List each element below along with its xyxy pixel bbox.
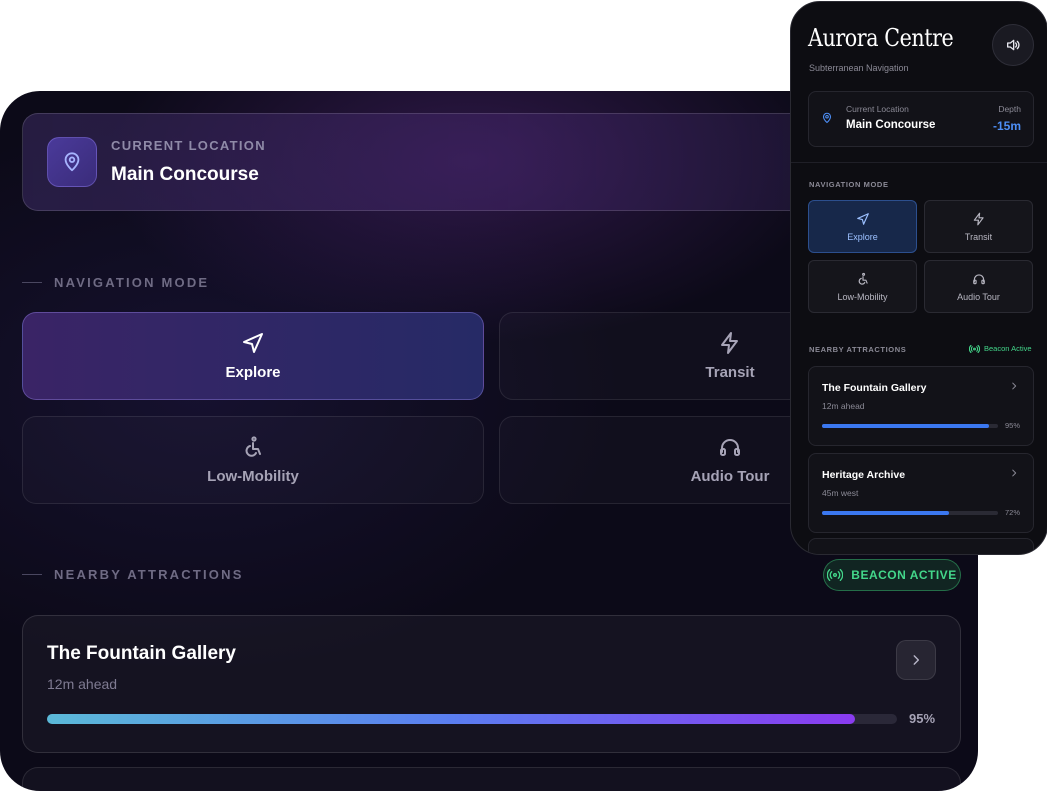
depth-label: Depth <box>998 104 1021 114</box>
app-subtitle: Subterranean Navigation <box>809 63 909 73</box>
attraction-distance: 12m ahead <box>822 401 865 411</box>
phone-mode-transit-button[interactable]: Transit <box>924 200 1033 253</box>
attraction-card-next[interactable] <box>22 767 961 791</box>
beacon-active-badge: BEACON ACTIVE <box>823 559 961 591</box>
phone-attraction-card-fountain-gallery[interactable]: The Fountain Gallery 12m ahead 95% <box>808 366 1034 446</box>
phone-navigation-mode-heading: NAVIGATION MODE <box>809 180 889 189</box>
depth-value: -15m <box>992 119 1021 133</box>
attraction-percent: 95% <box>909 711 936 726</box>
mode-explore-button[interactable]: Explore <box>22 312 484 400</box>
chevron-right-icon <box>1012 469 1017 477</box>
phone-mode-audio-tour-button[interactable]: Audio Tour <box>924 260 1033 313</box>
mode-low-mobility-button[interactable]: Low-Mobility <box>22 416 484 504</box>
attraction-card-fountain-gallery[interactable]: The Fountain Gallery 12m ahead 95% <box>22 615 961 753</box>
navigation-arrow-icon <box>243 333 263 353</box>
speaker-icon <box>1007 39 1020 51</box>
headphones-icon <box>720 439 740 456</box>
attraction-distance: 12m ahead <box>47 676 118 692</box>
phone-location-name: Main Concourse <box>846 119 936 131</box>
chevron-right-icon <box>913 655 920 665</box>
broadcast-icon <box>827 569 844 581</box>
attraction-progress-fill <box>822 511 949 515</box>
map-pin-icon <box>822 112 832 124</box>
phone-location-card: Current Location Main Concourse Depth -1… <box>808 91 1034 147</box>
phone-preview: Aurora Centre Subterranean Navigation Cu… <box>790 1 1047 555</box>
phone-mode-low-mobility-button[interactable]: Low-Mobility <box>808 260 917 313</box>
attraction-progress-bar <box>822 511 998 515</box>
attraction-progress-bar <box>822 424 998 428</box>
accessibility-icon <box>858 272 868 285</box>
attraction-title: The Fountain Gallery <box>47 643 236 664</box>
attraction-progress-fill <box>822 424 990 428</box>
accessibility-icon <box>245 436 261 457</box>
lightning-icon <box>721 332 738 354</box>
attraction-progress-bar <box>47 714 897 724</box>
phone-nearby-attractions-heading: NEARBY ATTRACTIONS <box>809 345 907 354</box>
nearby-attractions-heading: NEARBY ATTRACTIONS <box>22 567 244 582</box>
map-pin-icon <box>47 137 97 187</box>
sound-button[interactable] <box>992 24 1034 66</box>
phone-attraction-card-next[interactable] <box>808 538 1034 554</box>
navigation-mode-heading: NAVIGATION MODE <box>22 275 209 290</box>
broadcast-icon <box>969 344 980 353</box>
divider <box>791 162 1047 163</box>
chevron-right-icon <box>1012 382 1017 390</box>
phone-mode-explore-button[interactable]: Explore <box>808 200 917 253</box>
lightning-icon <box>973 212 984 225</box>
phone-beacon-badge: Beacon Active <box>969 344 1032 353</box>
attraction-title: The Fountain Gallery <box>822 382 927 394</box>
navigation-arrow-icon <box>856 212 869 225</box>
attraction-distance: 45m west <box>822 488 859 498</box>
headphones-icon <box>972 273 985 284</box>
app-title: Aurora Centre <box>808 24 954 52</box>
current-location-label: CURRENT LOCATION <box>111 138 266 153</box>
attraction-title: Heritage Archive <box>822 469 906 481</box>
attraction-open-button[interactable] <box>896 640 936 680</box>
attraction-percent: 95% <box>1005 421 1021 430</box>
current-location-card: CURRENT LOCATION Main Concourse <box>22 113 924 211</box>
attraction-progress-fill <box>47 714 855 724</box>
phone-attraction-card-heritage-archive[interactable]: Heritage Archive 45m west 72% <box>808 453 1034 533</box>
phone-location-label: Current Location <box>846 104 909 114</box>
attraction-percent: 72% <box>1005 508 1021 517</box>
current-location-name: Main Concourse <box>111 164 259 185</box>
